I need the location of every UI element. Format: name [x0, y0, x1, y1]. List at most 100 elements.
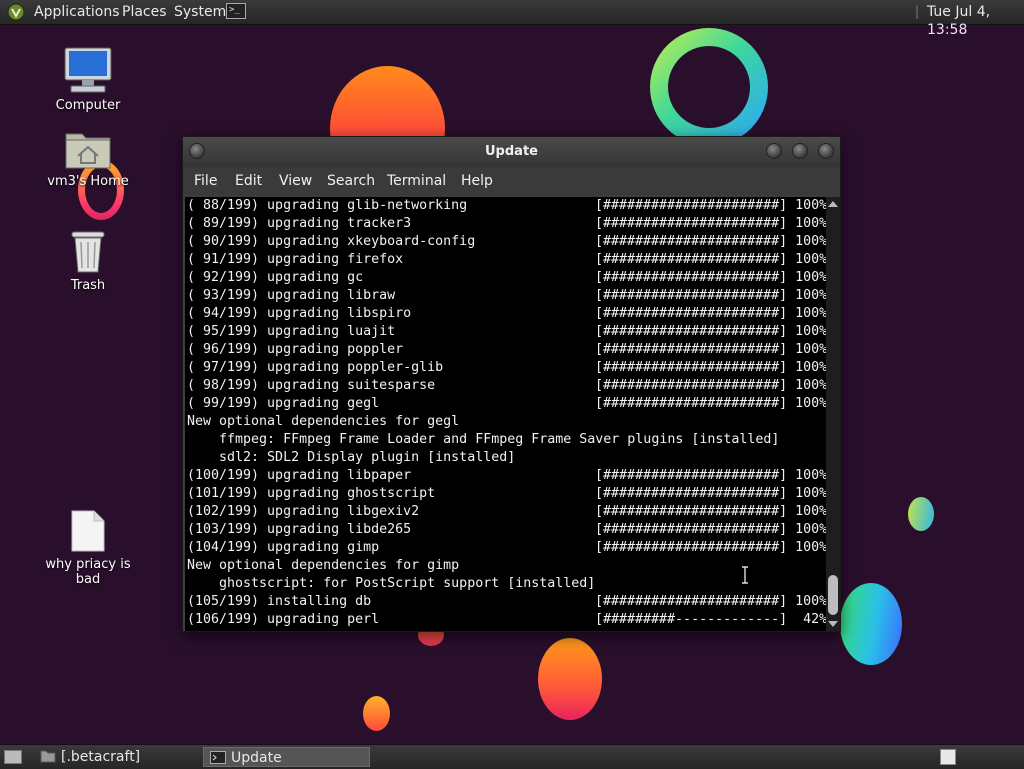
maximize-icon[interactable] — [792, 143, 808, 159]
terminal-progress: [######################] 100% — [595, 324, 826, 339]
wallpaper-shape — [840, 583, 902, 665]
update-terminal-window: Update File Edit View Search Terminal He… — [182, 136, 841, 632]
menu-system[interactable]: System — [174, 3, 226, 21]
document-icon — [71, 510, 105, 552]
terminal-icon — [210, 751, 226, 764]
terminal-line: ( 93/199) upgrading libraw [#############… — [185, 287, 826, 305]
window-title: Update — [485, 144, 538, 159]
terminal-launcher-icon[interactable]: >_ — [226, 3, 246, 19]
terminal-line: (103/199) upgrading libde265 [###########… — [185, 521, 826, 539]
folder-icon — [40, 750, 56, 763]
terminal-line: sdl2: SDL2 Display plugin [installed] — [187, 450, 516, 465]
terminal-line: ( 92/199) upgrading gc [#################… — [185, 269, 826, 287]
terminal-line-text: ( 89/199) upgrading tracker3 — [187, 216, 412, 231]
terminal-line: ( 91/199) upgrading firefox [############… — [185, 251, 826, 269]
terminal-line: ffmpeg: FFmpeg Frame Loader and FFmpeg F… — [187, 432, 780, 447]
terminal-progress: [######################] 100% — [595, 378, 826, 393]
menu-terminal[interactable]: Terminal — [387, 173, 446, 189]
terminal-progress: [######################] 100% — [595, 306, 826, 321]
window-titlebar[interactable]: Update — [183, 137, 840, 167]
terminal-line: ( 88/199) upgrading glib-networking [####… — [185, 197, 826, 215]
terminal-progress: [#########-------------] 42% — [595, 612, 826, 627]
terminal-line-text: (103/199) upgrading libde265 — [187, 522, 412, 537]
terminal-line: (100/199) upgrading libpaper [###########… — [185, 467, 826, 485]
window-menubar: File Edit View Search Terminal Help — [183, 167, 840, 195]
scroll-up-icon[interactable] — [828, 201, 838, 207]
menu-edit[interactable]: Edit — [235, 173, 262, 189]
trash-icon — [71, 231, 105, 273]
taskbar-label: Update — [231, 750, 282, 766]
terminal-progress: [######################] 100% — [595, 486, 826, 501]
terminal-line: ( 97/199) upgrading poppler-glib [#######… — [185, 359, 826, 377]
text-cursor-icon — [742, 566, 748, 584]
terminal-progress: [######################] 100% — [595, 342, 826, 357]
terminal-line-text: ( 99/199) upgrading gegl — [187, 396, 380, 411]
desktop-icon-label: Computer — [55, 98, 121, 113]
terminal-output[interactable]: ( 88/199) upgrading glib-networking [####… — [185, 197, 826, 631]
show-desktop-icon[interactable] — [4, 750, 22, 764]
home-folder-icon — [65, 133, 111, 169]
terminal-line-text: ( 94/199) upgrading libspiro — [187, 306, 412, 321]
top-panel: Applications Places System >_ Tue Jul 4,… — [0, 0, 1024, 38]
menu-search[interactable]: Search — [327, 173, 375, 189]
terminal-line: New optional dependencies for gegl — [187, 414, 460, 429]
menu-file[interactable]: File — [194, 173, 217, 189]
workspace-switcher[interactable] — [940, 749, 956, 765]
desktop-icon-computer[interactable]: Computer — [38, 46, 138, 113]
terminal-line: (106/199) upgrading perl [#########------… — [185, 611, 826, 629]
desktop-icon-label: vm3's Home — [47, 174, 129, 189]
desktop-icon-document[interactable]: why priacy is bad — [38, 509, 138, 587]
terminal-line-text: ( 96/199) upgrading poppler — [187, 342, 404, 357]
terminal-line: New optional dependencies for gimp — [187, 558, 460, 573]
terminal-line-text: (106/199) upgrading perl — [187, 612, 380, 627]
terminal-line: ( 90/199) upgrading xkeyboard-config [###… — [185, 233, 826, 251]
terminal-line: (104/199) upgrading gimp [###############… — [185, 539, 826, 557]
terminal-line-text: ( 95/199) upgrading luajit — [187, 324, 396, 339]
distro-logo-icon[interactable] — [7, 3, 25, 21]
terminal-progress: [######################] 100% — [595, 216, 826, 231]
terminal-line-text: ( 88/199) upgrading glib-networking — [187, 198, 468, 213]
terminal-progress: [######################] 100% — [595, 468, 826, 483]
menu-view[interactable]: View — [279, 173, 312, 189]
menu-places[interactable]: Places — [122, 3, 167, 21]
desktop-icon-trash[interactable]: Trash — [38, 228, 138, 293]
terminal-progress: [######################] 100% — [595, 252, 826, 267]
terminal-progress: [######################] 100% — [595, 288, 826, 303]
terminal-line: ghostscript: for PostScript support [ins… — [187, 576, 596, 591]
desktop-icon-label: why priacy is bad — [45, 557, 131, 587]
scrollbar-thumb[interactable] — [828, 575, 838, 615]
taskbar-item-betacraft[interactable]: [.betacraft] — [34, 747, 200, 767]
terminal-line: ( 89/199) upgrading tracker3 [###########… — [185, 215, 826, 233]
scroll-down-icon[interactable] — [828, 621, 838, 627]
terminal-progress: [######################] 100% — [595, 396, 826, 411]
terminal-progress: [######################] 100% — [595, 594, 826, 609]
terminal-line-text: (100/199) upgrading libpaper — [187, 468, 412, 483]
minimize-icon[interactable] — [766, 143, 782, 159]
terminal-line: ( 98/199) upgrading suitesparse [########… — [185, 377, 826, 395]
menu-applications[interactable]: Applications — [34, 3, 120, 21]
terminal-progress: [######################] 100% — [595, 270, 826, 285]
terminal-progress: [######################] 100% — [595, 540, 826, 555]
terminal-line: ( 96/199) upgrading poppler [############… — [185, 341, 826, 359]
terminal-line-text: (105/199) installing db — [187, 594, 372, 609]
terminal-line: ( 94/199) upgrading libspiro [###########… — [185, 305, 826, 323]
terminal-progress: [######################] 100% — [595, 198, 826, 213]
clock[interactable]: Tue Jul 4, 13:58 — [927, 3, 1024, 39]
menu-help[interactable]: Help — [461, 173, 493, 189]
terminal-line: (105/199) installing db [################… — [185, 593, 826, 611]
desktop-icon-label: Trash — [70, 278, 106, 293]
terminal-line-text: (104/199) upgrading gimp — [187, 540, 380, 555]
taskbar-label: [.betacraft] — [61, 749, 141, 765]
terminal-scrollbar[interactable] — [826, 197, 840, 631]
desktop-icon-home[interactable]: vm3's Home — [38, 128, 138, 189]
bottom-panel: [.betacraft] Update — [0, 744, 1024, 769]
terminal-line-text: ( 93/199) upgrading libraw — [187, 288, 396, 303]
wallpaper-shape — [908, 497, 934, 531]
terminal-line-text: ( 92/199) upgrading gc — [187, 270, 364, 285]
terminal-progress: [######################] 100% — [595, 234, 826, 249]
terminal-line-text: ( 97/199) upgrading poppler-glib — [187, 360, 444, 375]
taskbar-item-update[interactable]: Update — [203, 747, 370, 767]
close-icon[interactable] — [818, 143, 834, 159]
terminal-line-text: ( 90/199) upgrading xkeyboard-config — [187, 234, 476, 249]
wallpaper-ring — [650, 28, 768, 146]
